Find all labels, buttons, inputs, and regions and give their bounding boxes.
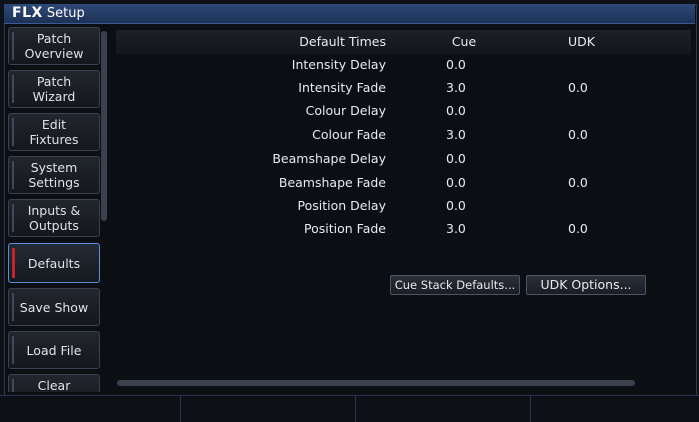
header-cue: Cue	[451, 34, 477, 49]
udk-value[interactable]	[568, 100, 628, 122]
sidebar-item-label: Edit	[41, 117, 67, 132]
cue-stack-defaults-button[interactable]: Cue Stack Defaults...	[390, 275, 520, 295]
sidebar-item-label: Overview	[24, 46, 84, 61]
horizontal-scrollbar[interactable]	[117, 380, 635, 386]
sidebar-item-defaults[interactable]: Defaults	[8, 243, 100, 283]
cue-value[interactable]: 0.0	[446, 148, 496, 170]
sidebar-item-inputs-outputs[interactable]: Inputs & Outputs	[8, 199, 100, 237]
cue-value[interactable]: 3.0	[446, 218, 496, 240]
sidebar-item-patch-overview[interactable]: Patch Overview	[8, 27, 100, 65]
sidebar-item-patch-wizard[interactable]: Patch Wizard	[8, 70, 100, 108]
udk-value[interactable]	[568, 54, 628, 76]
udk-value[interactable]	[568, 195, 628, 217]
sidebar-item-label: Fixtures	[29, 132, 79, 147]
sidebar-item-edit-fixtures[interactable]: Edit Fixtures	[8, 113, 100, 151]
udk-value[interactable]: 0.0	[568, 172, 628, 194]
header-default-times: Default Times	[299, 34, 386, 49]
udk-value[interactable]: 0.0	[568, 218, 628, 240]
cue-value[interactable]: 3.0	[446, 77, 496, 99]
row-label: Colour Fade	[312, 127, 386, 142]
udk-value[interactable]	[568, 148, 628, 170]
sidebar-item-label: System	[30, 160, 78, 175]
row-label: Intensity Fade	[298, 80, 386, 95]
row-label: Intensity Delay	[291, 57, 386, 72]
status-bar	[0, 395, 699, 422]
sidebar-item-label: Defaults	[27, 255, 81, 271]
window-title: FLX Setup	[12, 5, 85, 21]
cue-value[interactable]: 0.0	[446, 100, 496, 122]
sidebar-item-label: Save Show	[19, 299, 89, 315]
sidebar-scrollbar[interactable]	[101, 31, 107, 221]
status-segment	[356, 396, 531, 422]
window-title-text: Setup	[46, 6, 85, 21]
title-bar: FLX Setup	[4, 4, 695, 24]
sidebar-item-save-show[interactable]: Save Show	[8, 288, 100, 326]
row-label: Colour Delay	[305, 103, 386, 118]
cue-value[interactable]: 0.0	[446, 172, 496, 194]
sidebar-item-label: Patch	[36, 74, 72, 89]
row-label: Position Delay	[297, 198, 387, 213]
row-label: Beamshape Fade	[278, 175, 386, 190]
udk-value[interactable]: 0.0	[568, 124, 628, 146]
sidebar-item-label: Clear	[37, 378, 71, 392]
cue-value[interactable]: 0.0	[446, 195, 496, 217]
status-segment	[6, 396, 181, 422]
cue-value[interactable]: 3.0	[446, 124, 496, 146]
sidebar-item-clear[interactable]: Clear	[8, 374, 100, 392]
cue-value[interactable]: 0.0	[446, 54, 496, 76]
flx-logo: FLX	[12, 5, 43, 21]
sidebar-item-label: Patch	[36, 31, 72, 46]
sidebar-item-load-file[interactable]: Load File	[8, 331, 100, 369]
sidebar-item-label: Wizard	[32, 89, 76, 104]
sidebar-item-label: Inputs &	[27, 203, 81, 218]
sidebar-item-label: Load File	[26, 342, 82, 358]
sidebar-item-label: Outputs	[29, 218, 79, 233]
sidebar-item-label: Settings	[28, 175, 80, 190]
row-label: Position Fade	[304, 221, 386, 236]
sidebar-item-system-settings[interactable]: System Settings	[8, 156, 100, 194]
header-udk: UDK	[568, 34, 595, 49]
udk-value[interactable]: 0.0	[568, 77, 628, 99]
row-label: Beamshape Delay	[272, 151, 386, 166]
sidebar: Patch Overview Patch Wizard Edit Fixtures S…	[8, 27, 108, 392]
defaults-panel: Default Times Cue UDK Intensity Delay 0.…	[116, 30, 693, 380]
udk-options-button[interactable]: UDK Options...	[526, 275, 646, 295]
status-segment	[181, 396, 356, 422]
